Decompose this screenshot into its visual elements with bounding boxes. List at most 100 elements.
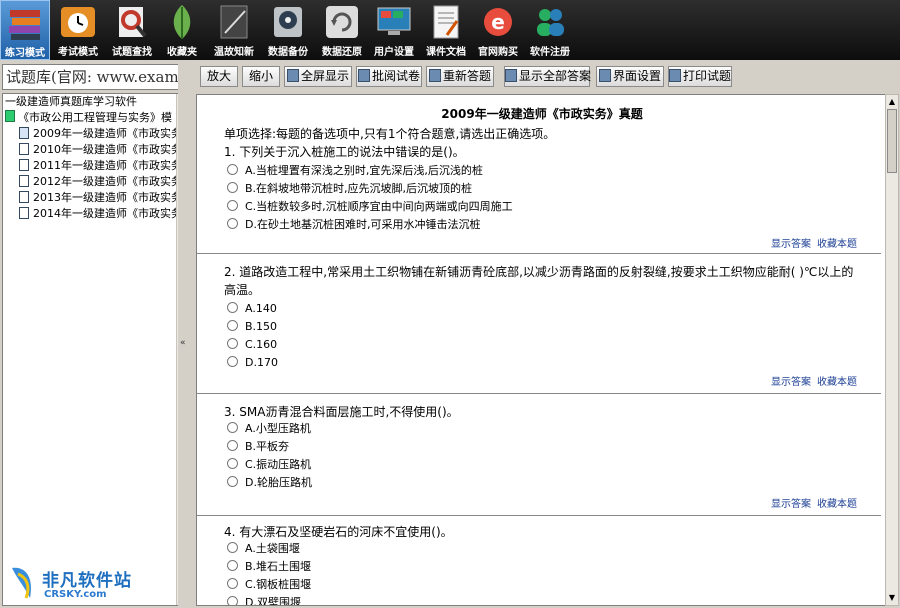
favorites-button[interactable]: 收藏夹 — [160, 0, 204, 60]
document-icon — [19, 159, 29, 171]
clock-icon — [59, 3, 97, 41]
option-b[interactable]: B.在斜坡地带沉桩时,应先沉坡脚,后沉坡顶的桩 — [227, 181, 472, 197]
monitor-icon — [375, 3, 413, 41]
zoom-out-button[interactable]: 缩小 — [242, 66, 280, 87]
option-d[interactable]: D.在砂土地基沉桩困难时,可采用水冲锤击法沉桩 — [227, 217, 480, 233]
watermark-subtext: CRSKY.com — [44, 589, 107, 600]
collect-link[interactable]: 收藏本题 — [817, 499, 857, 510]
option-a[interactable]: A.140 — [227, 301, 277, 317]
show-answer-link[interactable]: 显示答案 — [771, 499, 811, 510]
radio-icon[interactable] — [227, 578, 238, 589]
review-icon — [357, 69, 370, 82]
fullscreen-button[interactable]: 全屏显示 — [284, 66, 352, 87]
option-d[interactable]: D.双壁围堰 — [227, 595, 301, 605]
review-button[interactable]: 温故知新 — [208, 0, 260, 60]
tree-parent[interactable]: 《市政公用工程管理与实务》模 — [5, 110, 172, 126]
courseware-button[interactable]: 课件文档 — [420, 0, 472, 60]
option-b[interactable]: B.堆石土围堰 — [227, 559, 311, 575]
restore-button[interactable]: 数据还原 — [316, 0, 368, 60]
user-settings-button[interactable]: 用户设置 — [368, 0, 420, 60]
users-icon — [531, 3, 569, 41]
radio-icon[interactable] — [227, 422, 238, 433]
document-icon — [19, 127, 29, 139]
show-all-label: 显示全部答案 — [519, 69, 592, 83]
toolbar-label: 数据备份 — [268, 47, 308, 58]
option-label: A.当桩埋置有深浅之别时,宜先深后浅,后沉浅的桩 — [245, 164, 483, 177]
radio-icon[interactable] — [227, 356, 238, 367]
exam-mode-button[interactable]: 考试模式 — [52, 0, 104, 60]
action-bar: 放大 缩小 全屏显示 批阅试卷 重新答题 显示全部答案 界面设置 打印试题 — [196, 64, 900, 90]
panel-splitter[interactable]: « — [178, 62, 192, 608]
option-b[interactable]: B.平板夯 — [227, 439, 289, 455]
collect-link[interactable]: 收藏本题 — [817, 377, 857, 388]
tree-item-2009[interactable]: 2009年一级建造师《市政实务 — [19, 126, 182, 142]
option-c[interactable]: C.当桩数较多时,沉桩顺序宜由中间向两端或向四周施工 — [227, 199, 513, 215]
tree-item-2011[interactable]: 2011年一级建造师《市政实务 — [19, 158, 182, 174]
scroll-thumb[interactable] — [887, 109, 897, 173]
option-c[interactable]: C.钢板桩围堰 — [227, 577, 311, 593]
radio-icon[interactable] — [227, 458, 238, 469]
ui-settings-label: 界面设置 — [612, 69, 661, 83]
question-text: 2. 道路改造工程中,常采用土工织物铺在新铺沥青砼底部,以减少沥青路面的反射裂缝… — [224, 265, 854, 297]
document-icon — [19, 207, 29, 219]
show-answer-link[interactable]: 显示答案 — [771, 239, 811, 250]
register-button[interactable]: 软件注册 — [524, 0, 576, 60]
option-c[interactable]: C.160 — [227, 337, 277, 353]
question-links: 显示答案 收藏本题 — [765, 235, 857, 250]
review-paper-button[interactable]: 批阅试卷 — [356, 66, 422, 87]
option-d[interactable]: D.170 — [227, 355, 278, 371]
option-label: D.170 — [245, 356, 278, 369]
radio-icon[interactable] — [227, 320, 238, 331]
backup-button[interactable]: 数据备份 — [262, 0, 314, 60]
option-a[interactable]: A.当桩埋置有深浅之别时,宜先深后浅,后沉浅的桩 — [227, 163, 483, 179]
radio-icon[interactable] — [227, 218, 238, 229]
option-c[interactable]: C.振动压路机 — [227, 457, 311, 473]
tree-item-2010[interactable]: 2010年一级建造师《市政实务 — [19, 142, 182, 158]
practice-mode-button[interactable]: 练习模式 — [0, 0, 50, 60]
collect-link[interactable]: 收藏本题 — [817, 239, 857, 250]
option-a[interactable]: A.土袋围堰 — [227, 541, 300, 557]
radio-icon[interactable] — [227, 182, 238, 193]
tree-item-label: 2014年一级建造师《市政实务 — [33, 207, 182, 220]
ui-settings-button[interactable]: 界面设置 — [596, 66, 664, 87]
scroll-down-icon[interactable]: ▼ — [887, 592, 897, 604]
content-scrollbar[interactable]: ▲ ▼ — [885, 94, 899, 606]
restart-button[interactable]: 重新答题 — [426, 66, 494, 87]
option-a[interactable]: A.小型压路机 — [227, 421, 311, 437]
radio-icon[interactable] — [227, 542, 238, 553]
radio-icon[interactable] — [227, 164, 238, 175]
radio-icon[interactable] — [227, 476, 238, 487]
show-all-answers-button[interactable]: 显示全部答案 — [504, 66, 592, 87]
question-text: 1. 下列关于沉入桩施工的说法中错误的是()。 — [224, 145, 465, 159]
radio-icon[interactable] — [227, 302, 238, 313]
radio-icon[interactable] — [227, 596, 238, 605]
divider — [197, 253, 881, 254]
option-b[interactable]: B.150 — [227, 319, 277, 335]
exam-tree[interactable]: 一级建造师真题库学习软件 《市政公用工程管理与实务》模 2009年一级建造师《市… — [2, 93, 188, 606]
option-d[interactable]: D.轮胎压路机 — [227, 475, 312, 491]
document-icon — [19, 143, 29, 155]
search-questions-button[interactable]: 试题查找 — [106, 0, 158, 60]
tree-item-2013[interactable]: 2013年一级建造师《市政实务 — [19, 190, 182, 206]
radio-icon[interactable] — [227, 560, 238, 571]
crsky-logo-icon — [12, 567, 32, 599]
radio-icon[interactable] — [227, 200, 238, 211]
option-label: D.轮胎压路机 — [245, 476, 312, 489]
option-label: B.150 — [245, 320, 278, 333]
print-button[interactable]: 打印试题 — [668, 66, 732, 87]
print-label: 打印试题 — [683, 69, 732, 83]
radio-icon[interactable] — [227, 440, 238, 451]
collapse-arrow-icon[interactable]: « — [180, 338, 186, 348]
tree-item-2014[interactable]: 2014年一级建造师《市政实务 — [19, 206, 182, 222]
buy-online-button[interactable]: e 官网购买 — [472, 0, 524, 60]
radio-icon[interactable] — [227, 338, 238, 349]
zoom-in-button[interactable]: 放大 — [200, 66, 238, 87]
question-links: 显示答案 收藏本题 — [765, 373, 857, 388]
scroll-up-icon[interactable]: ▲ — [887, 96, 897, 108]
watermark-text: 非凡软件站 — [42, 571, 132, 591]
tree-root[interactable]: 一级建造师真题库学习软件 — [5, 94, 137, 110]
option-label: C.钢板桩围堰 — [245, 578, 312, 591]
tree-item-2012[interactable]: 2012年一级建造师《市政实务 — [19, 174, 182, 190]
show-answer-link[interactable]: 显示答案 — [771, 377, 811, 388]
folder-icon — [5, 110, 15, 122]
